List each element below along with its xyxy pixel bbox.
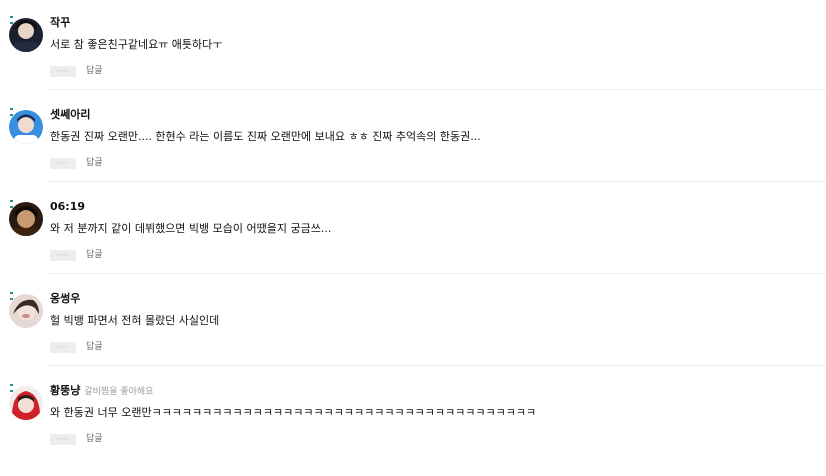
more-options-button[interactable]: ··· <box>50 434 76 445</box>
more-options-button[interactable]: ··· <box>50 342 76 353</box>
divider <box>48 273 826 274</box>
level-badge-icon <box>10 292 16 300</box>
comment-text: 와 저 분까지 같이 데뷔했으면 빅뱅 모습이 어땠을지 궁금쓰... <box>50 222 332 235</box>
divider <box>48 89 826 90</box>
divider <box>48 365 826 366</box>
nickname-text[interactable]: 셋쎄아리 <box>50 108 90 121</box>
nickname-text[interactable]: 황뚱냥 <box>50 384 80 397</box>
comment-item: 황뚱냥 갈비찜을 좋아해요 와 한동권 너무 오랜만ㅋㅋㅋㅋㅋㅋㅋㅋㅋㅋㅋㅋㅋㅋㅋ… <box>0 384 826 476</box>
nickname-note: 갈비찜을 좋아해요 <box>84 387 154 397</box>
comment-text: 한동권 진짜 오랜만.... 한현수 라는 이름도 진짜 오랜만에 보내요 ㅎㅎ… <box>50 130 481 143</box>
reply-button[interactable]: 답글 <box>86 249 103 261</box>
nickname-text[interactable]: 옹썽우 <box>50 292 80 305</box>
divider <box>48 181 826 182</box>
comment-nickname[interactable]: 셋쎄아리 <box>50 108 90 122</box>
more-options-button[interactable]: ··· <box>50 250 76 261</box>
level-badge-icon <box>10 200 16 208</box>
nickname-text[interactable]: 06:19 <box>50 200 85 213</box>
comment-text: 서로 참 좋은친구같네요ㅠ 애틋하다ㅜ <box>50 38 223 51</box>
reply-button[interactable]: 답글 <box>86 157 103 169</box>
comment-item: 옹썽우 헐 빅뱅 파면서 전혀 몰랐던 사실인데 ··· 답글 <box>0 292 826 384</box>
more-options-button[interactable]: ··· <box>50 66 76 77</box>
level-badge-icon <box>10 108 16 116</box>
comment-item: 06:19 와 저 분까지 같이 데뷔했으면 빅뱅 모습이 어땠을지 궁금쓰..… <box>0 200 826 292</box>
comment-item: 작꾸 서로 참 좋은친구같네요ㅠ 애틋하다ㅜ ··· 답글 <box>0 16 826 108</box>
level-badge-icon <box>10 384 16 392</box>
reply-button[interactable]: 답글 <box>86 433 103 445</box>
comment-text: 와 한동권 너무 오랜만ㅋㅋㅋㅋㅋㅋㅋㅋㅋㅋㅋㅋㅋㅋㅋㅋㅋㅋㅋㅋㅋㅋㅋㅋㅋㅋㅋㅋ… <box>50 406 537 419</box>
level-badge-icon <box>10 16 16 24</box>
comment-item: 셋쎄아리 한동권 진짜 오랜만.... 한현수 라는 이름도 진짜 오랜만에 보… <box>0 108 826 200</box>
comment-text: 헐 빅뱅 파면서 전혀 몰랐던 사실인데 <box>50 314 220 327</box>
reply-button[interactable]: 답글 <box>86 341 103 353</box>
comment-nickname[interactable]: 작꾸 <box>50 16 70 30</box>
reply-button[interactable]: 답글 <box>86 65 103 77</box>
nickname-text[interactable]: 작꾸 <box>50 16 70 29</box>
comment-nickname[interactable]: 06:19 <box>50 200 85 214</box>
comment-nickname[interactable]: 황뚱냥 갈비찜을 좋아해요 <box>50 384 153 399</box>
comment-nickname[interactable]: 옹썽우 <box>50 292 80 306</box>
more-options-button[interactable]: ··· <box>50 158 76 169</box>
